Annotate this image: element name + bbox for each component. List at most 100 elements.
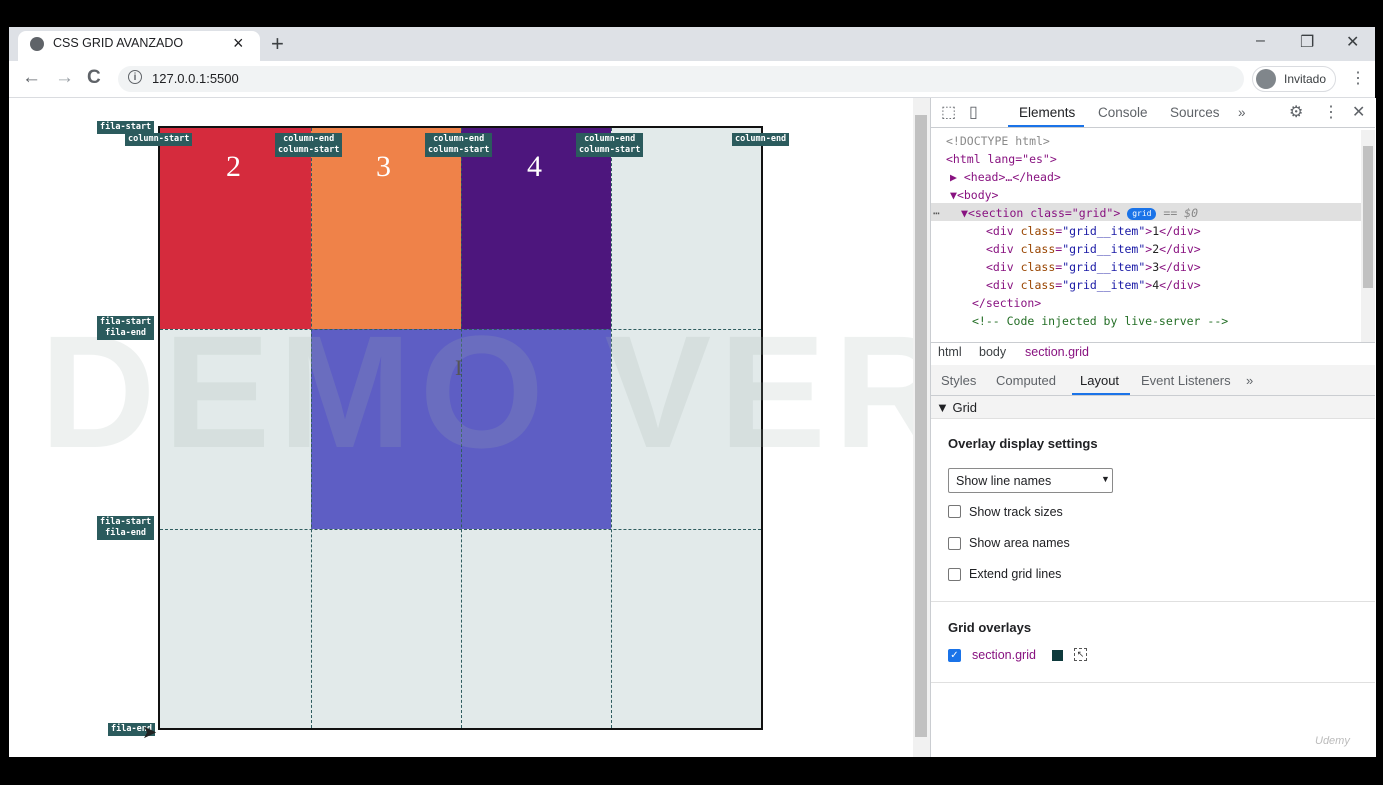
- dom-head[interactable]: ▶ <head>…</head>: [950, 170, 1061, 184]
- dom-head-text: <head>…</head>: [963, 170, 1061, 184]
- grid-item-4: 4: [461, 128, 611, 329]
- chevron-down-icon[interactable]: ▼: [1101, 474, 1110, 484]
- frame-bottom: [0, 757, 1383, 785]
- line-label-row-2: fila-start fila-end: [97, 316, 155, 340]
- highlight-element-icon[interactable]: ↖: [1074, 648, 1087, 661]
- section-grid-checkbox[interactable]: ✓: [948, 649, 961, 662]
- globe-icon: [30, 37, 44, 51]
- grid-overlays-title: Grid overlays: [948, 620, 1032, 635]
- tab-console[interactable]: Console: [1098, 105, 1148, 120]
- url-text[interactable]: 127.0.0.1:5500: [152, 71, 239, 86]
- line-label-col-2-end: column-end: [283, 134, 335, 144]
- active-tab-indicator: [1008, 125, 1084, 127]
- dom-section[interactable]: ▼<section class="grid"> grid == $0: [961, 206, 1198, 220]
- dom-section-text: <section class="grid">: [967, 206, 1121, 220]
- dom-item-1[interactable]: <div class="grid__item">1</div>: [986, 224, 1201, 238]
- close-devtools-icon[interactable]: ✕: [1352, 102, 1365, 122]
- close-window-button[interactable]: ✕: [1346, 32, 1359, 52]
- line-label-row-3: fila-start fila-end: [97, 516, 155, 540]
- tab-close-icon[interactable]: ×: [233, 33, 244, 54]
- breadcrumb-html[interactable]: html: [938, 345, 962, 359]
- frame-left: [0, 27, 9, 757]
- dom-section-close[interactable]: </section>: [972, 296, 1041, 310]
- line-label-col-3-end: column-end: [433, 134, 485, 144]
- forward-arrow-icon[interactable]: →: [55, 67, 74, 89]
- back-arrow-icon[interactable]: ←: [22, 67, 41, 89]
- line-label-col-4-end: column-end: [584, 134, 636, 144]
- dom-body[interactable]: ▼<body>: [950, 188, 998, 202]
- address-bar[interactable]: [118, 66, 1244, 92]
- overlay-settings-title: Overlay display settings: [948, 436, 1098, 451]
- grid-section-header[interactable]: [931, 396, 1375, 419]
- line-label-col-4: column-end column-start: [576, 133, 644, 157]
- grid-item-2: 2: [160, 128, 311, 329]
- dom-eq: == $0: [1163, 206, 1199, 220]
- section-divider-bottom: [931, 682, 1375, 683]
- line-label-col-3: column-end column-start: [425, 133, 493, 157]
- restore-button[interactable]: ❐: [1300, 32, 1314, 52]
- dom-comment[interactable]: <!-- Code injected by live-server -->: [972, 314, 1228, 328]
- text-cursor-icon: I: [455, 355, 463, 380]
- line-label-row-3-start: fila-start: [100, 517, 152, 527]
- more-tabs-icon[interactable]: »: [1238, 105, 1246, 120]
- dom-body-text: <body>: [956, 188, 999, 202]
- show-area-names-label[interactable]: Show area names: [969, 536, 1070, 550]
- reload-icon[interactable]: C: [87, 67, 101, 89]
- page-scrollbar-thumb[interactable]: [915, 115, 927, 737]
- show-track-sizes-label[interactable]: Show track sizes: [969, 505, 1063, 519]
- extend-grid-lines-checkbox[interactable]: [948, 568, 961, 581]
- tab-sources[interactable]: Sources: [1170, 105, 1220, 120]
- grid-section-label[interactable]: ▼ Grid: [936, 400, 977, 415]
- udemy-watermark: Udemy: [1315, 735, 1350, 747]
- line-label-col-3-start: column-start: [428, 145, 490, 155]
- tab-title: CSS GRID AVANZADO: [53, 36, 184, 50]
- dom-scrollbar-thumb[interactable]: [1363, 146, 1373, 288]
- more-subtabs-icon[interactable]: »: [1246, 373, 1253, 388]
- menu-dots-icon[interactable]: ⋮: [1350, 68, 1366, 88]
- dom-item-2[interactable]: <div class="grid__item">2</div>: [986, 242, 1201, 256]
- minimize-button[interactable]: –: [1256, 32, 1265, 50]
- line-label-row-2-start: fila-start: [100, 317, 152, 327]
- profile-label: Invitado: [1284, 72, 1327, 86]
- line-label-col-4-start: column-start: [579, 145, 641, 155]
- gear-icon[interactable]: ⚙: [1289, 102, 1303, 122]
- grid-item-3-label: 3: [376, 150, 391, 183]
- tab-layout[interactable]: Layout: [1080, 373, 1119, 388]
- dom-item-3[interactable]: <div class="grid__item">3</div>: [986, 260, 1201, 274]
- tab-elements[interactable]: Elements: [1019, 105, 1075, 120]
- dom-doctype[interactable]: <!DOCTYPE html>: [946, 134, 1050, 148]
- devtools-tabbar: [931, 98, 1375, 128]
- avatar-icon: [1256, 69, 1276, 89]
- new-tab-button[interactable]: +: [271, 31, 284, 57]
- dom-row-ellipsis[interactable]: ⋯: [933, 206, 940, 220]
- devtools-menu-icon[interactable]: ⋮: [1323, 102, 1339, 122]
- inspect-element-icon[interactable]: ⬚: [941, 102, 956, 122]
- device-toolbar-icon[interactable]: ▯: [969, 102, 978, 122]
- line-label-column-end: column-end: [732, 133, 790, 146]
- breadcrumb-section[interactable]: section.grid: [1025, 345, 1089, 359]
- frame-top: [0, 0, 1383, 27]
- line-label-row-2-end: fila-end: [105, 328, 147, 338]
- grid-item-2-label: 2: [226, 150, 241, 183]
- show-track-sizes-checkbox[interactable]: [948, 505, 961, 518]
- tab-computed[interactable]: Computed: [996, 373, 1056, 388]
- breadcrumb-body[interactable]: body: [979, 345, 1006, 359]
- dom-html[interactable]: <html lang="es">: [946, 152, 1057, 166]
- mouse-pointer-icon: ➤: [142, 722, 158, 742]
- info-icon[interactable]: i: [128, 70, 142, 84]
- line-label-row-3-end: fila-end: [105, 528, 147, 538]
- line-label-column-start: column-start: [125, 133, 193, 146]
- overlay-color-swatch[interactable]: [1052, 650, 1063, 661]
- section-grid-label[interactable]: section.grid: [972, 648, 1036, 662]
- dom-item-4[interactable]: <div class="grid__item">4</div>: [986, 278, 1201, 292]
- grid-badge[interactable]: grid: [1127, 208, 1157, 220]
- active-subtab-indicator: [1072, 393, 1130, 395]
- show-area-names-checkbox[interactable]: [948, 537, 961, 550]
- extend-grid-lines-label[interactable]: Extend grid lines: [969, 567, 1061, 581]
- grid-item-4-label: 4: [527, 150, 542, 183]
- grid-item-3: 3: [311, 128, 461, 329]
- tab-styles[interactable]: Styles: [941, 373, 976, 388]
- section-divider: [931, 601, 1375, 602]
- tab-event-listeners[interactable]: Event Listeners: [1141, 373, 1231, 388]
- line-names-select-value[interactable]: Show line names: [956, 474, 1051, 488]
